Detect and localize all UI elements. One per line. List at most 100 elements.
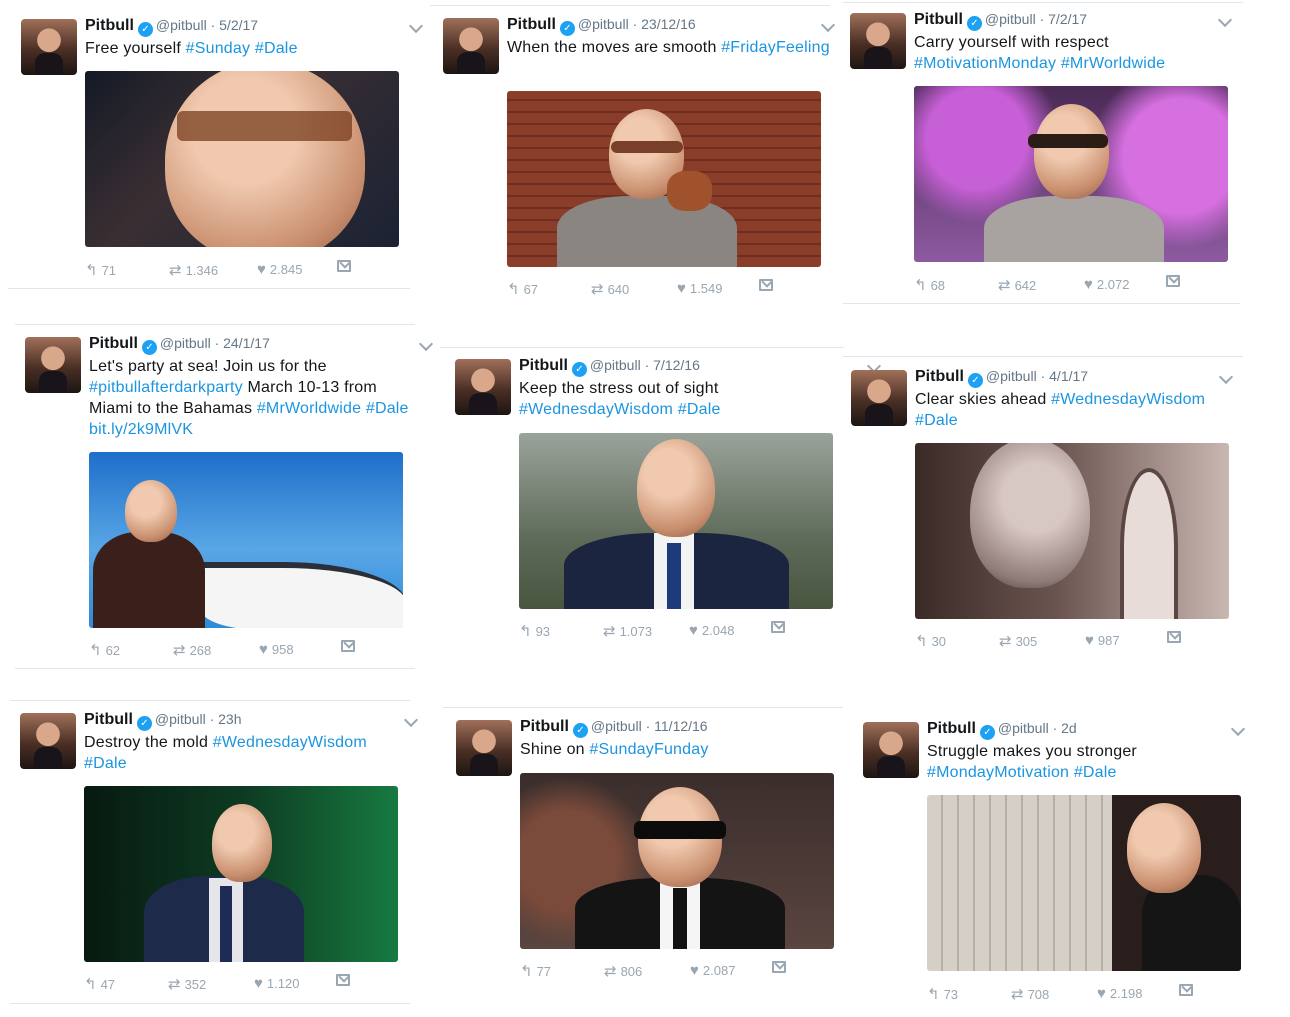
hashtag-link[interactable]: #WednesdayWisdom: [1051, 391, 1205, 408]
avatar[interactable]: [851, 370, 907, 426]
tweet-photo[interactable]: [89, 452, 403, 628]
retweet-button[interactable]: ⇄ 1.346: [169, 261, 218, 279]
tweet-photo[interactable]: [507, 91, 821, 267]
reply-button[interactable]: ↰ 73: [927, 985, 958, 1003]
hashtag-link[interactable]: #WednesdayWisdom: [519, 401, 673, 418]
tweet-photo[interactable]: [519, 433, 833, 609]
retweet-button[interactable]: ⇄ 708: [1011, 985, 1049, 1003]
avatar[interactable]: [455, 359, 511, 415]
tweet-photo[interactable]: [915, 443, 1229, 619]
retweet-button[interactable]: ⇄ 305: [999, 632, 1037, 650]
hashtag-link[interactable]: #Sunday: [186, 40, 251, 57]
hashtag-link[interactable]: #MrWorldwide: [1061, 55, 1165, 72]
author-handle[interactable]: @pitbull: [156, 17, 207, 33]
envelope-icon[interactable]: [771, 621, 785, 633]
author-handle[interactable]: @pitbull: [160, 335, 211, 351]
author-name[interactable]: Pitbull: [85, 17, 134, 34]
chevron-down-icon[interactable]: [408, 18, 424, 34]
chevron-down-icon[interactable]: [820, 17, 836, 33]
reply-button[interactable]: ↰ 62: [89, 641, 120, 659]
envelope-icon[interactable]: [336, 974, 350, 986]
hashtag-link[interactable]: #FridayFeeling: [721, 39, 830, 56]
tweet-date[interactable]: 23h: [218, 711, 241, 727]
retweet-button[interactable]: ⇄ 1.073: [603, 622, 652, 640]
author-handle[interactable]: @pitbull: [591, 718, 642, 734]
author-handle[interactable]: @pitbull: [998, 720, 1049, 736]
author-name[interactable]: Pitbull: [914, 11, 963, 28]
tweet-photo[interactable]: [85, 71, 399, 247]
author-name[interactable]: Pitbull: [84, 711, 133, 728]
envelope-icon[interactable]: [1179, 984, 1193, 996]
tweet-date[interactable]: 7/2/17: [1048, 11, 1087, 27]
avatar[interactable]: [850, 13, 906, 69]
chevron-down-icon[interactable]: [1230, 721, 1246, 737]
retweet-button[interactable]: ⇄ 268: [173, 641, 211, 659]
retweet-button[interactable]: ⇄ 640: [591, 280, 629, 298]
chevron-down-icon[interactable]: [1217, 12, 1233, 28]
hashtag-link[interactable]: #Dale: [678, 401, 721, 418]
tweet-date[interactable]: 23/12/16: [641, 16, 696, 32]
tweet-photo[interactable]: [520, 773, 834, 949]
author-handle[interactable]: @pitbull: [578, 16, 629, 32]
avatar[interactable]: [863, 722, 919, 778]
envelope-icon[interactable]: [759, 279, 773, 291]
hashtag-link[interactable]: #Dale: [255, 40, 298, 57]
chevron-down-icon[interactable]: [403, 712, 419, 728]
envelope-icon[interactable]: [337, 260, 351, 272]
envelope-icon[interactable]: [1167, 631, 1181, 643]
reply-button[interactable]: ↰ 77: [520, 962, 551, 980]
avatar[interactable]: [25, 337, 81, 393]
reply-button[interactable]: ↰ 93: [519, 622, 550, 640]
author-handle[interactable]: @pitbull: [155, 711, 206, 727]
author-handle[interactable]: @pitbull: [985, 11, 1036, 27]
tweet-date[interactable]: 5/2/17: [219, 17, 258, 33]
chevron-down-icon[interactable]: [418, 336, 434, 352]
chevron-down-icon[interactable]: [1218, 369, 1234, 385]
reply-button[interactable]: ↰ 30: [915, 632, 946, 650]
author-name[interactable]: Pitbull: [89, 335, 138, 352]
avatar[interactable]: [456, 720, 512, 776]
tweet-date[interactable]: 24/1/17: [223, 335, 270, 351]
author-name[interactable]: Pitbull: [915, 368, 964, 385]
avatar[interactable]: [443, 18, 499, 74]
avatar[interactable]: [20, 713, 76, 769]
like-button[interactable]: ♥ 1.120: [254, 975, 299, 992]
hashtag-link[interactable]: bit.ly/2k9MlVK: [89, 421, 193, 438]
like-button[interactable]: ♥ 2.072: [1084, 276, 1129, 293]
hashtag-link[interactable]: #Dale: [366, 400, 409, 417]
retweet-button[interactable]: ⇄ 642: [998, 276, 1036, 294]
hashtag-link[interactable]: #pitbullafterdarkparty: [89, 379, 243, 396]
retweet-button[interactable]: ⇄ 352: [168, 975, 206, 993]
hashtag-link[interactable]: #Dale: [84, 755, 127, 772]
like-button[interactable]: ♥ 2.845: [257, 261, 302, 278]
reply-button[interactable]: ↰ 68: [914, 276, 945, 294]
envelope-icon[interactable]: [772, 961, 786, 973]
envelope-icon[interactable]: [1166, 275, 1180, 287]
author-name[interactable]: Pitbull: [519, 357, 568, 374]
tweet-photo[interactable]: [927, 795, 1241, 971]
tweet-date[interactable]: 7/12/16: [653, 357, 700, 373]
hashtag-link[interactable]: #MrWorldwide: [257, 400, 361, 417]
like-button[interactable]: ♥ 2.048: [689, 622, 734, 639]
reply-button[interactable]: ↰ 71: [85, 261, 116, 279]
hashtag-link[interactable]: #WednesdayWisdom: [213, 734, 367, 751]
hashtag-link[interactable]: #SundayFunday: [589, 741, 708, 758]
like-button[interactable]: ♥ 987: [1085, 632, 1120, 649]
avatar[interactable]: [21, 19, 77, 75]
hashtag-link[interactable]: #MotivationMonday: [914, 55, 1056, 72]
author-name[interactable]: Pitbull: [927, 720, 976, 737]
tweet-date[interactable]: 2d: [1061, 720, 1077, 736]
author-handle[interactable]: @pitbull: [986, 368, 1037, 384]
like-button[interactable]: ♥ 2.198: [1097, 985, 1142, 1002]
tweet-photo[interactable]: [914, 86, 1228, 262]
author-handle[interactable]: @pitbull: [590, 357, 641, 373]
reply-button[interactable]: ↰ 47: [84, 975, 115, 993]
author-name[interactable]: Pitbull: [520, 718, 569, 735]
like-button[interactable]: ♥ 958: [259, 641, 294, 658]
reply-button[interactable]: ↰ 67: [507, 280, 538, 298]
tweet-photo[interactable]: [84, 786, 398, 962]
hashtag-link[interactable]: #Dale: [915, 412, 958, 429]
tweet-date[interactable]: 4/1/17: [1049, 368, 1088, 384]
tweet-date[interactable]: 11/12/16: [654, 718, 707, 734]
hashtag-link[interactable]: #Dale: [1074, 764, 1117, 781]
